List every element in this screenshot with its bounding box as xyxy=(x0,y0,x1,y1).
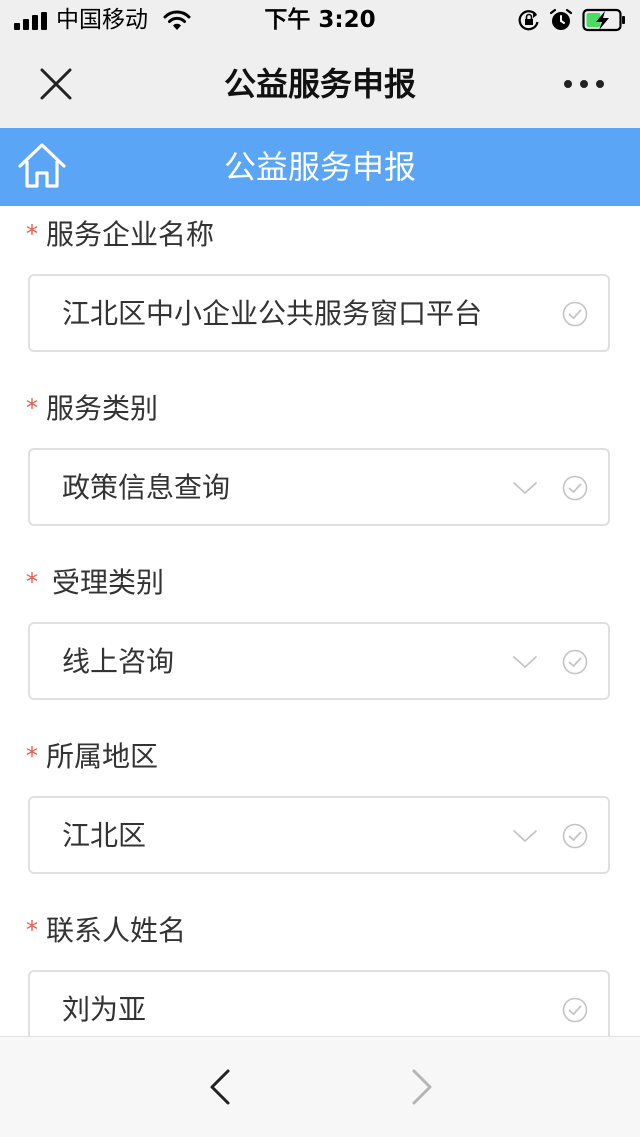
alarm-icon xyxy=(549,8,573,30)
check-circle-icon xyxy=(562,649,588,675)
status-bar: 中国移动 下午 3:20 xyxy=(0,0,640,40)
page-title: 公益服务申报 xyxy=(223,148,416,186)
service-form: * 服务企业名称 江北区中小企业公共服务窗口平台 * 服务类别 政策信息查询 * 受理… xyxy=(0,206,640,1036)
field-label: * 受理类别 xyxy=(26,566,165,599)
nav-title: 公益服务申报 xyxy=(223,65,416,103)
required-mark: * xyxy=(26,220,38,248)
chevron-right-icon[interactable] xyxy=(404,1067,440,1107)
check-circle-icon xyxy=(562,823,588,849)
field-value: 线上咨询 xyxy=(62,645,175,678)
chevron-down-icon xyxy=(513,482,537,494)
field-label: * 服务类别 xyxy=(26,392,159,425)
battery-charging-icon xyxy=(582,8,625,32)
field-value: 江北区 xyxy=(62,819,147,852)
chevron-left-icon[interactable] xyxy=(202,1067,238,1107)
required-mark: * xyxy=(26,742,38,770)
field-value: 政策信息查询 xyxy=(62,471,231,504)
page-header: 公益服务申报 xyxy=(0,128,640,206)
region-select[interactable]: 江北区 xyxy=(28,796,610,874)
home-icon[interactable] xyxy=(16,140,68,192)
required-mark: * xyxy=(26,394,38,422)
field-label: * 服务企业名称 xyxy=(26,218,215,251)
acceptance-category-select[interactable]: 线上咨询 xyxy=(28,622,610,700)
company-name-input[interactable]: 江北区中小企业公共服务窗口平台 xyxy=(28,274,610,352)
field-value: 江北区中小企业公共服务窗口平台 xyxy=(62,297,483,330)
service-category-select[interactable]: 政策信息查询 xyxy=(28,448,610,526)
close-icon[interactable] xyxy=(34,62,78,106)
check-circle-icon xyxy=(562,301,588,327)
orientation-lock-icon xyxy=(518,10,539,31)
contact-name-input[interactable]: 刘为亚 xyxy=(28,970,610,1036)
more-icon[interactable] xyxy=(556,66,612,102)
field-label: * 所属地区 xyxy=(26,740,159,773)
status-time: 下午 3:20 xyxy=(264,7,376,33)
field-label: * 联系人姓名 xyxy=(26,914,187,947)
nav-bar: 公益服务申报 xyxy=(0,40,640,128)
chevron-down-icon xyxy=(513,830,537,842)
check-circle-icon xyxy=(562,997,588,1023)
field-value: 刘为亚 xyxy=(62,993,147,1026)
required-mark: * xyxy=(26,568,38,596)
chevron-down-icon xyxy=(513,656,537,668)
check-circle-icon xyxy=(562,475,588,501)
required-mark: * xyxy=(26,916,38,944)
bottom-nav-bar xyxy=(0,1036,640,1137)
